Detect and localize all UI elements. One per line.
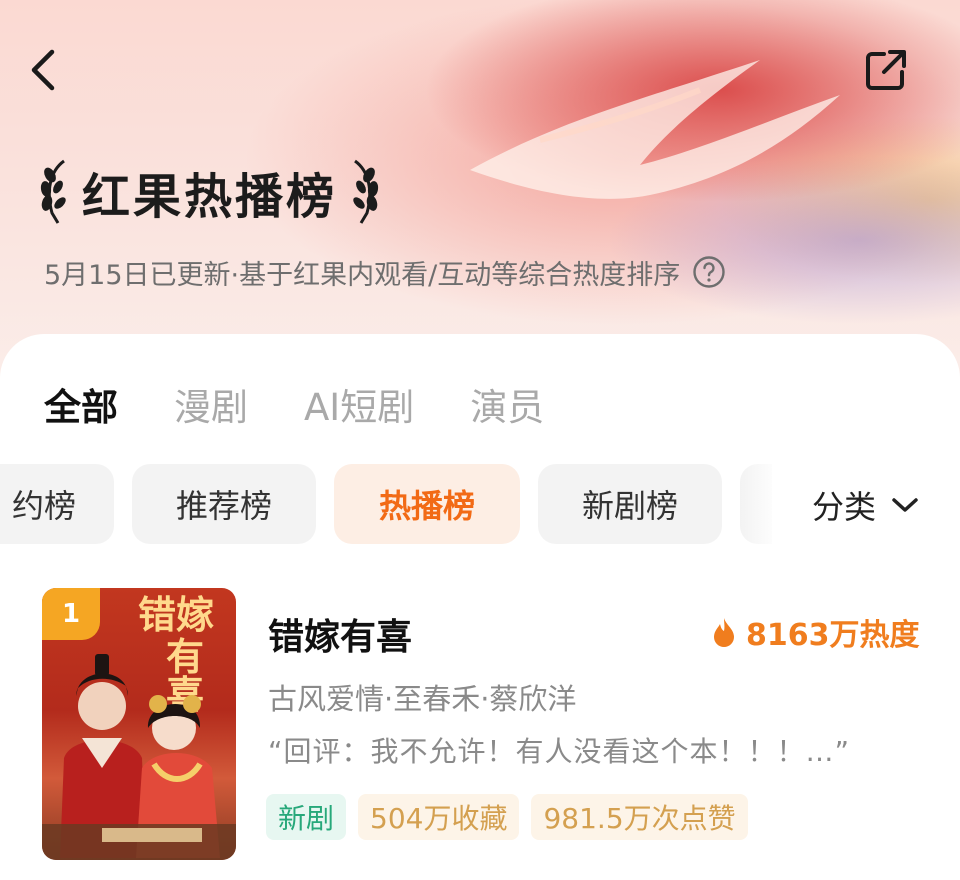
ranking-chips: 约榜 推荐榜 热播榜 新剧榜 分类 — [0, 464, 960, 546]
heat-value: 8163万热度 — [746, 618, 920, 653]
tag-favorites: 504万收藏 — [358, 794, 520, 840]
tab-ai-short[interactable]: AI短剧 — [304, 377, 414, 431]
flame-icon — [714, 618, 734, 647]
heat-score: 8163万热度 — [712, 612, 920, 653]
drama-title[interactable]: 错嫁有喜 — [268, 608, 412, 660]
drama-review: “回评：我不允许！有人没看这个本！！！…” — [268, 735, 851, 768]
tab-all[interactable]: 全部 — [44, 377, 118, 431]
laurel-right-icon — [353, 159, 379, 224]
drama-meta: 古风爱情·至春禾·蔡欣洋 — [268, 682, 577, 716]
tag-likes: 981.5万次点赞 — [531, 794, 748, 840]
tag-new: 新剧 — [266, 794, 347, 840]
tab-comics[interactable]: 漫剧 — [174, 377, 248, 431]
share-icon[interactable] — [860, 46, 910, 96]
page-title: 红果热播榜 — [82, 169, 338, 225]
subtitle-row: 5月15日已更新·基于红果内观看/互动等综合热度排序 — [44, 252, 726, 292]
update-info: 5月15日已更新·基于红果内观看/互动等综合热度排序 — [44, 259, 681, 291]
category-button[interactable]: 分类 — [772, 464, 960, 546]
chip-recommend[interactable]: 推荐榜 — [132, 464, 316, 544]
tab-actors[interactable]: 演员 — [470, 377, 544, 431]
tab-bar: 全部 漫剧 AI短剧 演员 — [44, 374, 600, 434]
chip-new[interactable]: 新剧榜 — [538, 464, 722, 544]
category-label: 分类 — [811, 488, 876, 526]
chevron-down-icon — [892, 498, 918, 512]
chip-hot[interactable]: 热播榜 — [334, 464, 520, 544]
chip-partial[interactable]: 约榜 — [0, 464, 114, 544]
laurel-left-icon — [40, 159, 66, 224]
question-circle-icon[interactable] — [692, 255, 726, 289]
drama-tags: 新剧 504万收藏 981.5万次点赞 — [266, 794, 760, 842]
drama-poster[interactable]: 1 错嫁 有喜 — [42, 588, 236, 860]
rank-badge: 1 — [42, 588, 100, 640]
chevron-left-icon[interactable] — [24, 46, 64, 94]
title-row: 红果热播榜 — [38, 152, 381, 232]
